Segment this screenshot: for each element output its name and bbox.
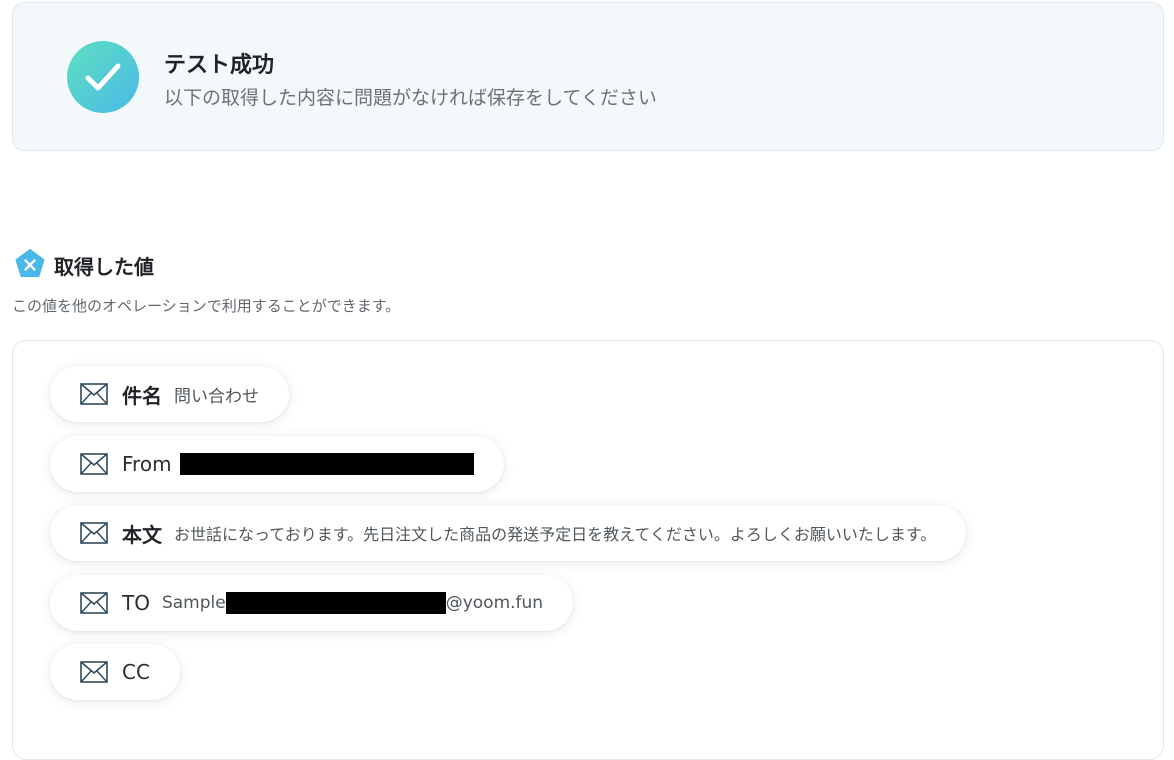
redacted-value	[225, 592, 446, 614]
pentagon-x-icon	[14, 248, 46, 280]
mail-icon	[80, 453, 108, 475]
pill-key: CC	[122, 660, 150, 684]
mail-icon	[80, 592, 108, 614]
pill-key: 件名	[122, 383, 162, 408]
pill-value: お世話になっております。先日注文した商品の発送予定日を教えてください。よろしくお…	[174, 525, 937, 544]
value-pill-from[interactable]: From	[50, 436, 504, 492]
value-pill-subject[interactable]: 件名 問い合わせ	[50, 366, 289, 422]
mail-icon	[80, 661, 108, 683]
pill-key: 本文	[122, 522, 162, 547]
pill-key: From	[122, 452, 172, 476]
value-pill-body[interactable]: 本文 お世話になっております。先日注文した商品の発送予定日を教えてください。よろ…	[50, 505, 967, 561]
check-circle-icon	[67, 41, 139, 113]
value-pill-to[interactable]: TO Sample @yoom.fun	[50, 575, 574, 631]
pill-value-suffix: @yoom.fun	[445, 593, 544, 613]
mail-icon	[80, 522, 108, 544]
pill-value-prefix: Sample	[161, 593, 226, 613]
redacted-value	[179, 453, 474, 475]
mail-icon	[80, 383, 108, 405]
value-pill-cc[interactable]: CC	[50, 644, 180, 700]
banner-subtitle: 以下の取得した内容に問題がなければ保存をしてください	[164, 87, 657, 109]
banner-title: テスト成功	[164, 53, 275, 78]
test-success-banner: テスト成功 以下の取得した内容に問題がなければ保存をしてください	[12, 2, 1164, 151]
section-description: この値を他のオペレーションで利用することができます。	[12, 297, 401, 315]
pill-key: TO	[122, 591, 150, 615]
section-title: 取得した値	[54, 255, 154, 279]
pill-value: 問い合わせ	[174, 386, 259, 407]
